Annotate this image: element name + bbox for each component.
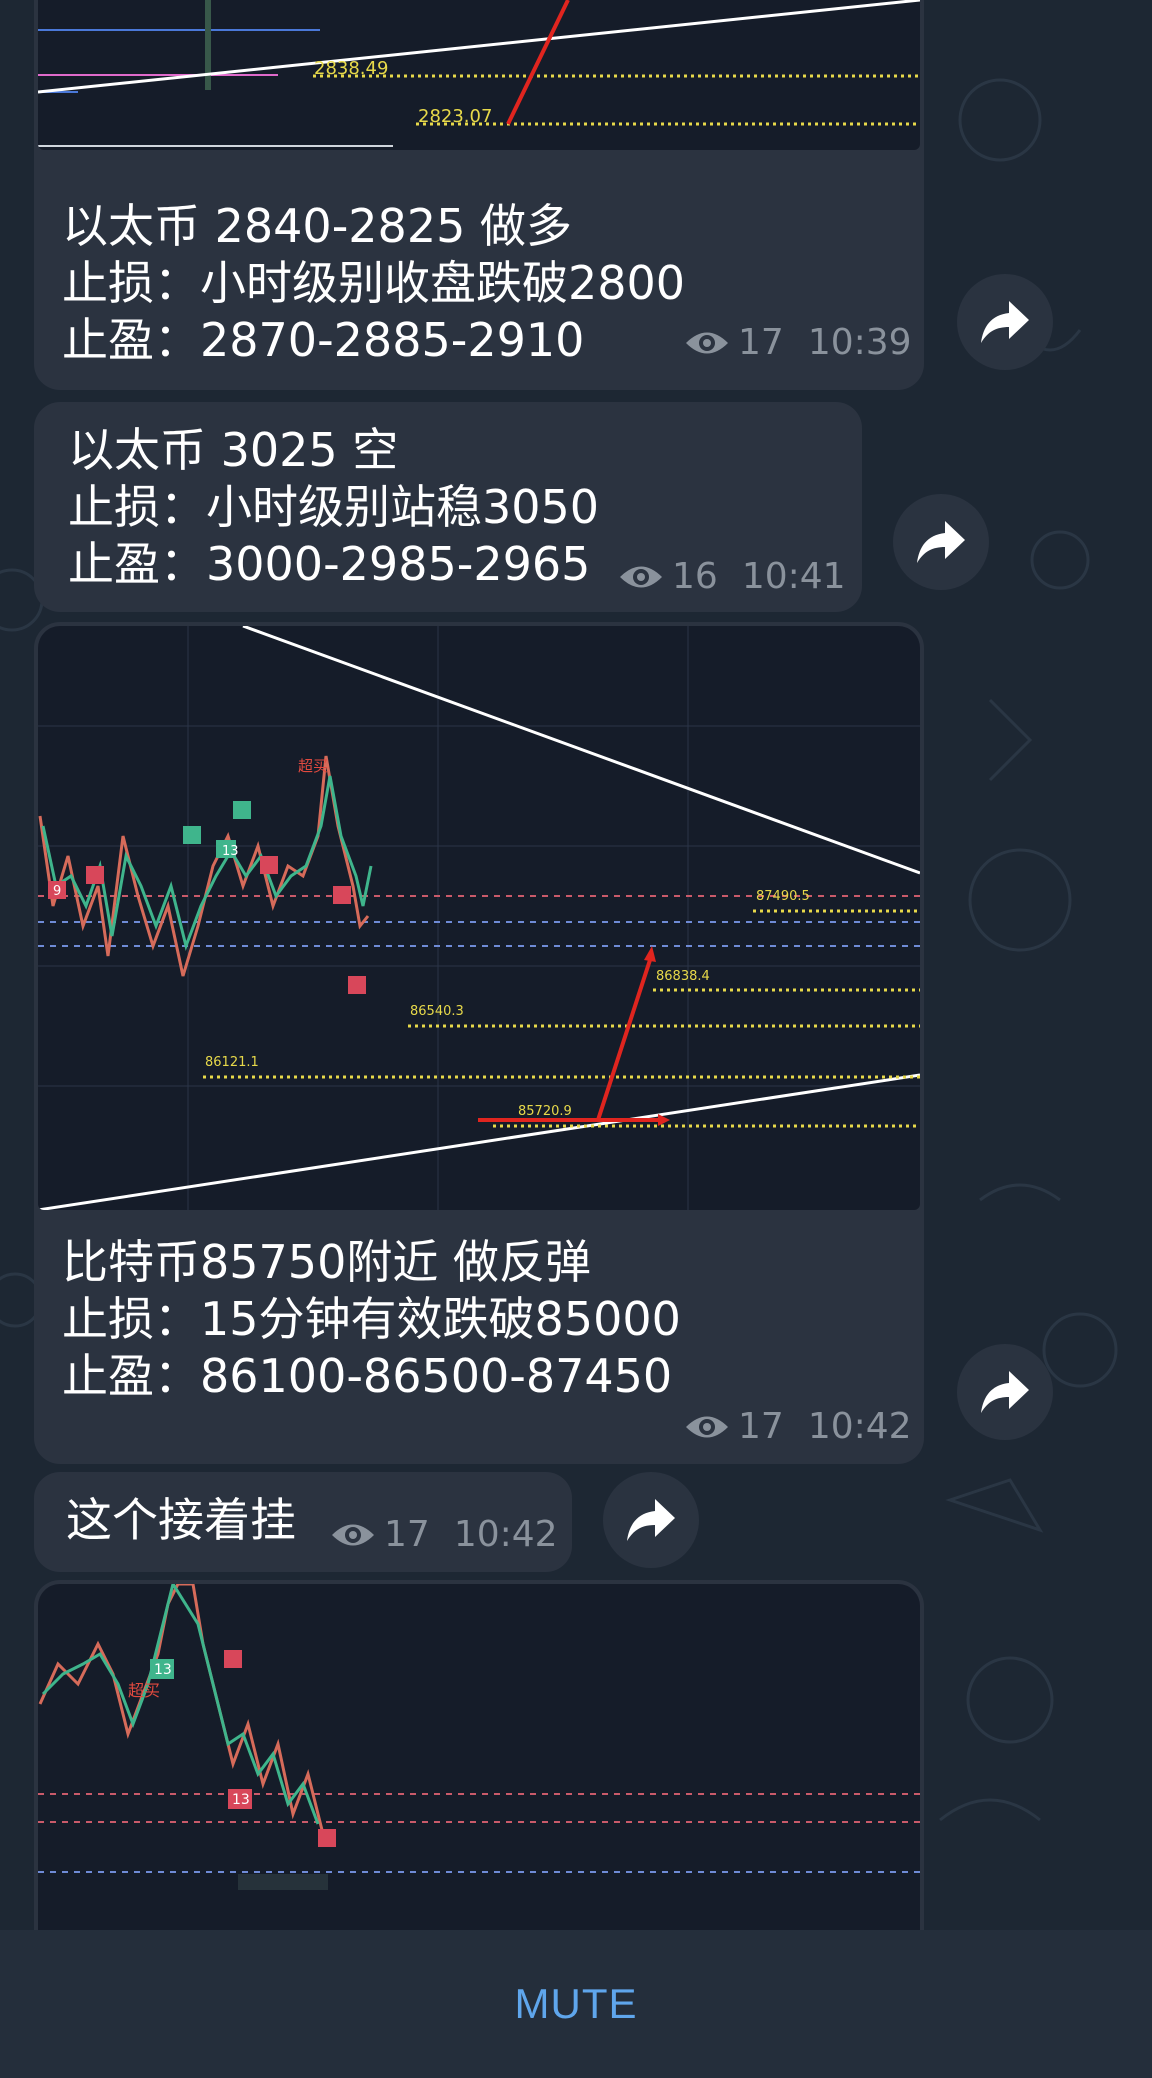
chart-support-line	[38, 1073, 920, 1210]
message-bubble-5[interactable]: 13 13 超买	[34, 1580, 924, 1980]
forward-button-4[interactable]	[603, 1472, 699, 1568]
message-text-line-1: 比特币85750附近 做反弹	[62, 1235, 591, 1289]
bottom-bar: MUTE	[0, 1930, 1152, 2078]
chart-label-4: 86121.1	[205, 1055, 259, 1070]
chart-price-series-red	[38, 1584, 325, 1835]
message-text-line-1: 这个接着挂	[66, 1493, 296, 1547]
forward-button-3[interactable]	[957, 1344, 1053, 1440]
chart-badge-thirteen-label: 13	[232, 1792, 250, 1808]
message-time: 10:39	[807, 322, 912, 363]
message-text-line-3: 止盈：2870-2885-2910	[62, 313, 585, 367]
chart-red-arrow	[506, 0, 570, 125]
eth-chart-svg: 2838.49 2823.07	[38, 0, 920, 147]
chart-badge-nine	[224, 1650, 242, 1668]
forward-button-1[interactable]	[957, 274, 1053, 370]
eye-icon	[332, 1524, 374, 1545]
message-text-line-2: 止损：小时级别收盘跌破2800	[62, 256, 686, 310]
chart-badge-thirteen-label: 13	[222, 844, 239, 859]
message-text-line-1: 以太币 2840-2825 做多	[62, 199, 572, 253]
chart-label-1: 2838.49	[314, 58, 388, 79]
message-text-line-3: 止盈：86100-86500-87450	[62, 1349, 673, 1403]
chart-trend-line	[38, 0, 920, 94]
chart-badge-nine	[86, 866, 104, 884]
forward-arrow-icon	[981, 301, 1029, 343]
chart-image-btc[interactable]: 13 9 超买 87490.5 86838.4 86540.3 86121.1 …	[38, 626, 920, 1210]
chart-badge-chinese-label: 超买	[298, 757, 328, 775]
chart-price-series-green	[41, 1584, 320, 1825]
forward-button-2[interactable]	[893, 494, 989, 590]
chart-label-2: 2823.07	[418, 106, 492, 127]
message-meta: 16 10:41	[618, 556, 846, 597]
eye-icon	[686, 1416, 728, 1437]
chart-red-base-arrowhead	[658, 1114, 670, 1126]
eye-icon	[686, 332, 728, 353]
message-text-line-2: 止损：小时级别站稳3050	[68, 480, 600, 534]
view-count: 17	[738, 322, 784, 363]
message-time: 10:42	[807, 1406, 912, 1447]
chart-label-2: 86838.4	[656, 969, 710, 984]
message-text-line-3: 止盈：3000-2985-2965	[68, 537, 591, 591]
message-text-line-1: 以太币 3025 空	[68, 423, 399, 477]
forward-arrow-icon	[917, 521, 965, 563]
chart-label-5: 85720.9	[518, 1104, 572, 1119]
chart-badge-nine-label: 9	[53, 884, 61, 899]
message-meta: 17 10:42	[330, 1514, 558, 1555]
chart-resistance-line	[242, 626, 920, 875]
chart-red-arrowhead	[644, 946, 656, 962]
message-bubble-4[interactable]: 这个接着挂 17 10:42	[34, 1472, 572, 1572]
chart-badge-nine	[333, 886, 351, 904]
chart-badge-nine	[260, 856, 278, 874]
chart-image-eth-long[interactable]: 2838.49 2823.07	[38, 0, 920, 150]
chart-badge-nine	[183, 826, 201, 844]
mute-button[interactable]: MUTE	[509, 1979, 644, 2029]
chart-badge-chinese-label: 超买	[128, 1681, 160, 1700]
message-time: 10:41	[741, 556, 846, 597]
chart-label-3: 86540.3	[410, 1004, 464, 1019]
chart-badge-nine	[318, 1829, 336, 1847]
chart-image-btc-2[interactable]: 13 13 超买	[38, 1584, 920, 1976]
eye-icon	[620, 566, 662, 587]
chart-badge-thirteen-label: 13	[154, 1662, 172, 1678]
message-meta: 17 10:39	[684, 322, 912, 363]
message-time: 10:42	[453, 1514, 558, 1555]
message-bubble-2[interactable]: 以太币 3025 空 止损：小时级别站稳3050 止盈：3000-2985-29…	[34, 402, 862, 612]
chart-badge-nine	[233, 801, 251, 819]
btc-chart-svg-2: 13 13 超买	[38, 1584, 920, 1890]
chart-volume-block	[238, 1874, 328, 1890]
message-bubble-3[interactable]: 13 9 超买 87490.5 86838.4 86540.3 86121.1 …	[34, 622, 924, 1464]
chart-red-arrow	[596, 959, 652, 1121]
forward-arrow-icon	[981, 1371, 1029, 1413]
view-count: 17	[384, 1514, 430, 1555]
view-count: 17	[738, 1406, 784, 1447]
message-meta: 17 10:42	[684, 1406, 912, 1447]
message-bubble-1[interactable]: 2838.49 2823.07 以太币 2840-2825 做多 止损：小时级别…	[34, 0, 924, 390]
btc-chart-svg: 13 9 超买 87490.5 86838.4 86540.3 86121.1 …	[38, 626, 920, 1210]
chart-label-1: 87490.5	[756, 889, 810, 904]
view-count: 16	[672, 556, 718, 597]
message-text-line-2: 止损：15分钟有效跌破85000	[62, 1292, 681, 1346]
chart-badge-nine	[348, 976, 366, 994]
forward-arrow-icon	[627, 1499, 675, 1541]
